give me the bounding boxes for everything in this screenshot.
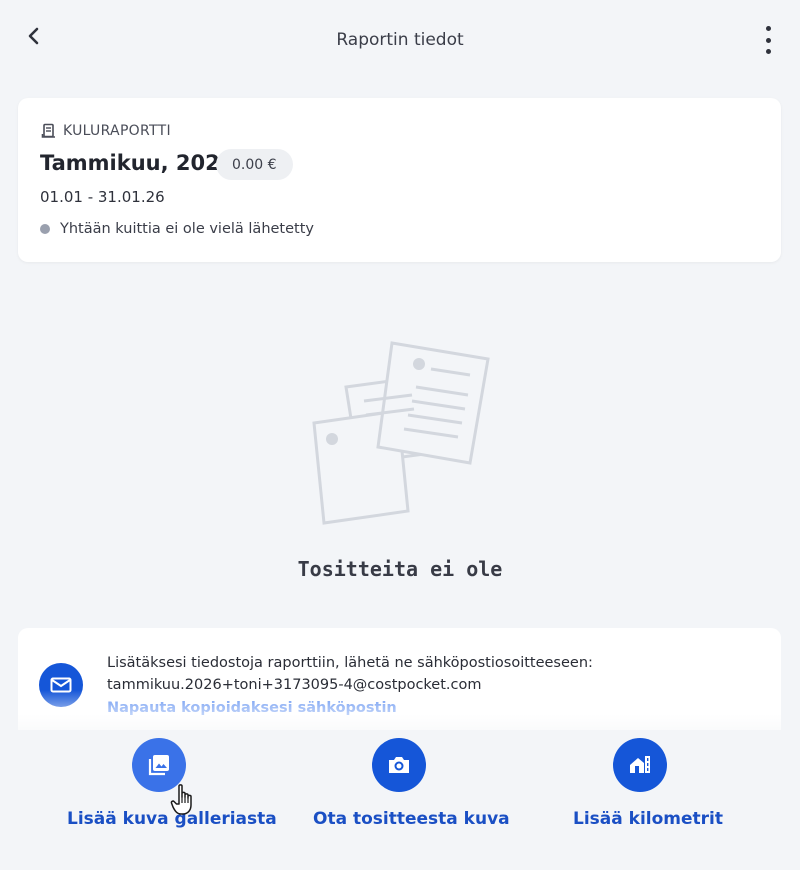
dot-icon <box>765 37 771 43</box>
email-instructions-line: Lisätäksesi tiedostoja raporttiin, lähet… <box>107 655 593 671</box>
action-label: Lisää kilometrit <box>573 809 723 829</box>
page-title: Raportin tiedot <box>336 30 464 50</box>
action-label: Lisää kuva galleriasta <box>67 809 277 829</box>
receipt-icon <box>41 123 55 138</box>
amount-badge: 0.00 € <box>216 149 293 180</box>
copy-email-link[interactable]: Napauta kopioidaksesi sähköpostin <box>107 700 397 716</box>
action-label: Ota tositteesta kuva <box>313 809 510 829</box>
email-address[interactable]: tammikuu.2026+toni+3173095-4@costpocket.… <box>107 674 767 696</box>
bottom-action-bar: Lisää kuva galleriasta Ota tositteesta k… <box>0 730 800 870</box>
report-type-label: KULURAPORTTI <box>63 123 171 139</box>
status-dot-icon <box>40 224 50 234</box>
home-road-icon <box>613 738 667 792</box>
dot-icon <box>765 49 771 54</box>
gallery-icon <box>132 738 186 792</box>
camera-icon <box>372 738 426 792</box>
top-bar: Raportin tiedot <box>0 0 800 82</box>
report-type: KULURAPORTTI <box>41 123 171 139</box>
status-text: Yhtään kuittia ei ole vielä lähetetty <box>60 221 314 237</box>
empty-state-title: Tositteita ei ole <box>297 557 503 581</box>
report-status: Yhtään kuittia ei ole vielä lähetetty <box>40 221 314 237</box>
report-summary-card: KULURAPORTTI Tammikuu, 2026 0.00 € 01.01… <box>18 98 781 262</box>
add-kilometers-button[interactable]: Lisää kilometrit <box>573 738 723 829</box>
more-options-button[interactable] <box>760 26 776 54</box>
email-icon <box>39 663 83 707</box>
dot-icon <box>765 26 771 31</box>
take-photo-button[interactable]: Ota tositteesta kuva <box>313 738 510 829</box>
email-instructions: Lisätäksesi tiedostoja raporttiin, lähet… <box>107 652 767 696</box>
add-from-gallery-button[interactable]: Lisää kuva galleriasta <box>67 738 277 829</box>
report-dates: 01.01 - 31.01.26 <box>40 188 165 206</box>
report-title: Tammikuu, 2026 <box>40 151 235 175</box>
empty-documents-illustration <box>312 341 490 525</box>
